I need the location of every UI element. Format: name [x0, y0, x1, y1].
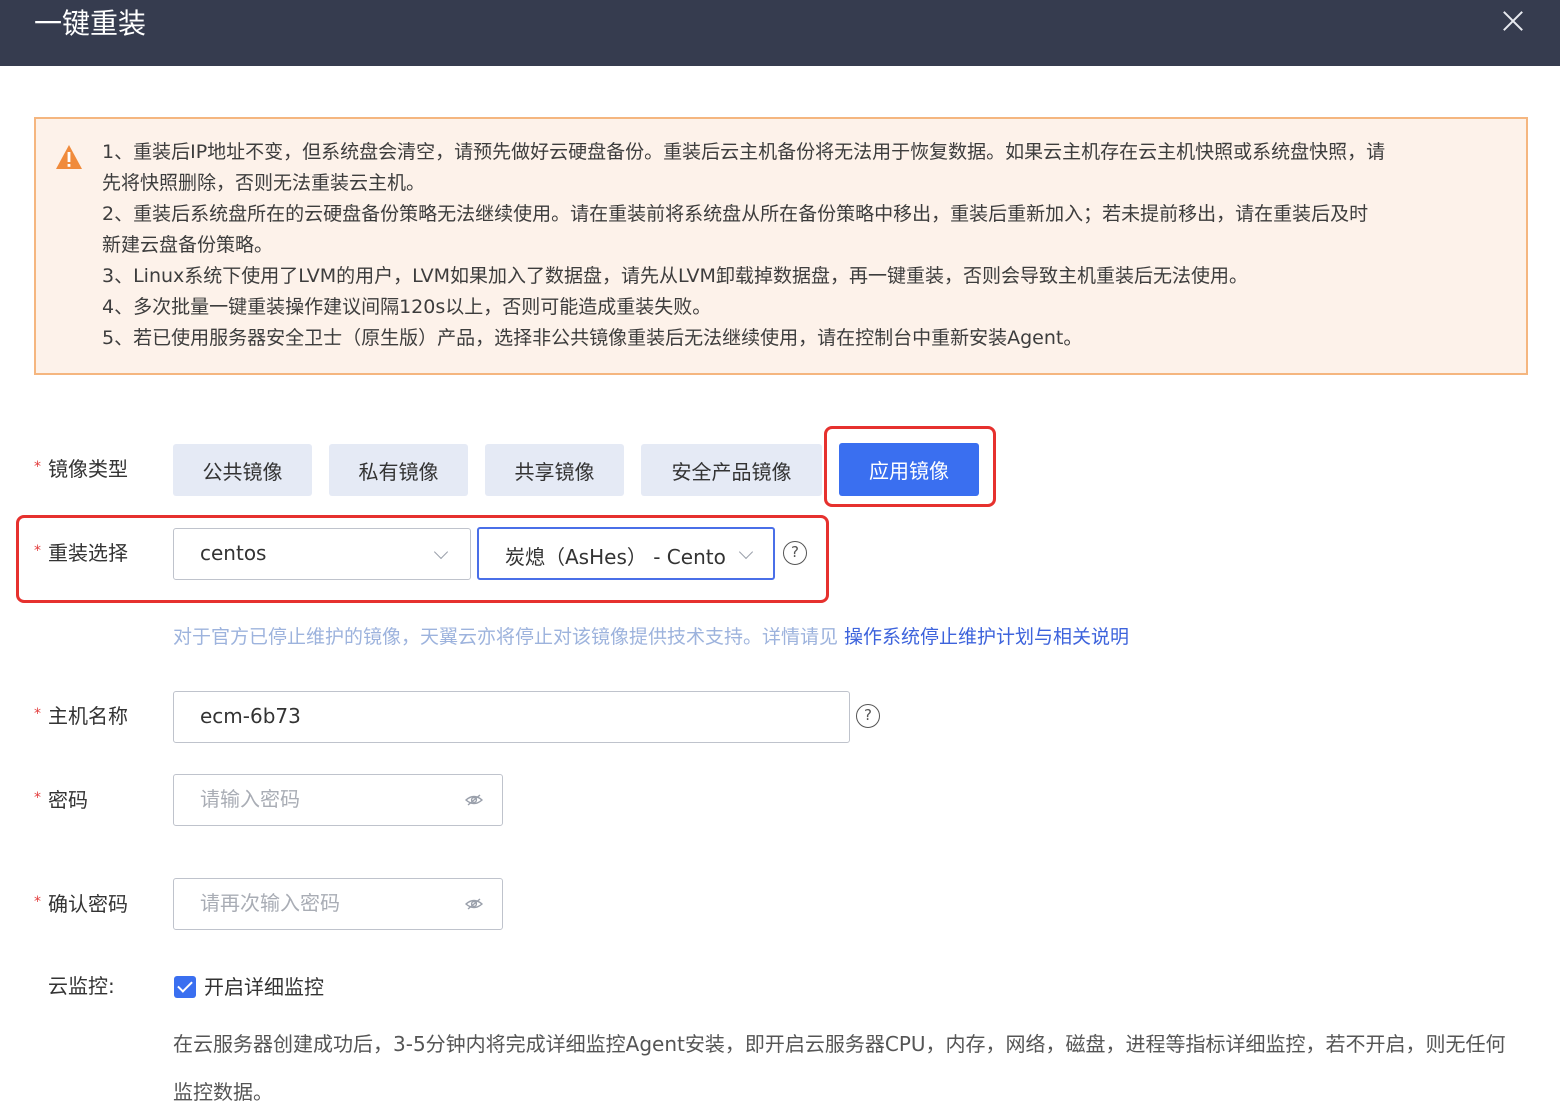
- hostname-label: * 主机名称: [34, 704, 128, 728]
- notice-line: 2、重装后系统盘所在的云硬盘备份策略无法继续使用。请在重装前将系统盘从所在备份策…: [102, 203, 1369, 225]
- notice-line: 3、Linux系统下使用了LVM的用户，LVM如果加入了数据盘，请先从LVM卸载…: [102, 265, 1248, 287]
- monitor-description: 在云服务器创建成功后，3-5分钟内将完成详细监控Agent安装，即开启云服务器C…: [173, 1032, 1506, 1102]
- warning-icon: [56, 145, 82, 169]
- warning-notice: 1、重装后IP地址不变，但系统盘会清空，请预先做好云硬盘备份。重装后云主机备份将…: [34, 117, 1528, 375]
- dialog-header: 一键重装: [0, 0, 1560, 66]
- close-icon[interactable]: [1500, 8, 1526, 34]
- notice-line: 1、重装后IP地址不变，但系统盘会清空，请预先做好云硬盘备份。重装后云主机备份将…: [102, 141, 1386, 163]
- image-type-shared-button[interactable]: 共享镜像: [485, 444, 624, 496]
- image-type-label: * 镜像类型: [34, 457, 128, 481]
- eol-plan-link[interactable]: 操作系统停止维护计划与相关说明: [844, 626, 1129, 648]
- confirm-password-field[interactable]: [173, 878, 503, 930]
- hostname-input[interactable]: [200, 704, 707, 728]
- confirm-password-input[interactable]: [200, 891, 446, 915]
- highlight-frame: [824, 426, 996, 507]
- detailed-monitor-label[interactable]: 开启详细监控: [204, 972, 324, 1002]
- hostname-field[interactable]: [173, 691, 850, 743]
- help-icon[interactable]: ?: [856, 704, 880, 728]
- monitor-label: 云监控:: [48, 974, 115, 998]
- confirm-password-label: * 确认密码: [34, 892, 128, 916]
- password-input[interactable]: [200, 787, 446, 811]
- eye-off-icon[interactable]: [465, 793, 483, 807]
- notice-line: 新建云盘备份策略。: [102, 234, 274, 256]
- password-label: * 密码: [34, 788, 88, 812]
- image-type-security-button[interactable]: 安全产品镜像: [641, 444, 822, 496]
- highlight-frame: [16, 515, 829, 603]
- password-field[interactable]: [173, 774, 503, 826]
- image-type-public-button[interactable]: 公共镜像: [173, 444, 312, 496]
- notice-line: 4、多次批量一键重装操作建议间隔120s以上，否则可能造成重装失败。: [102, 296, 712, 318]
- notice-text: 1、重装后IP地址不变，但系统盘会清空，请预先做好云硬盘备份。重装后云主机备份将…: [102, 137, 1512, 354]
- dialog-title: 一键重装: [34, 7, 147, 40]
- notice-line: 5、若已使用服务器安全卫士（原生版）产品，选择非公共镜像重装后无法继续使用，请在…: [102, 327, 1083, 349]
- detailed-monitor-checkbox[interactable]: [174, 976, 196, 998]
- notice-line: 先将快照删除，否则无法重装云主机。: [102, 172, 426, 194]
- image-type-private-button[interactable]: 私有镜像: [329, 444, 468, 496]
- eye-off-icon[interactable]: [465, 897, 483, 911]
- eol-hint: 对于官方已停止维护的镜像，天翼云亦将停止对该镜像提供技术支持。详情请见 操作系统…: [173, 626, 1130, 648]
